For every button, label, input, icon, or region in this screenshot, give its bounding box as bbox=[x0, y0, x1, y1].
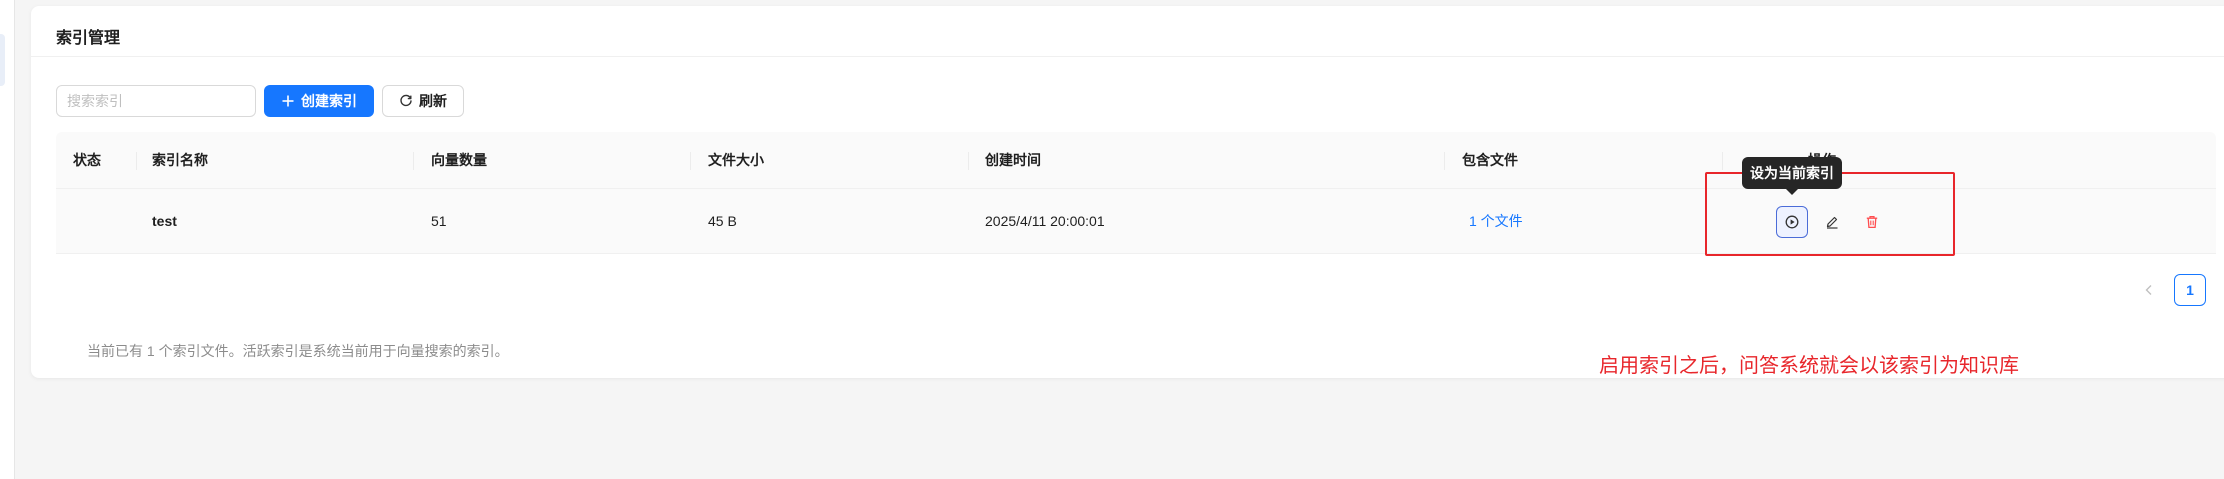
pagination-page-1[interactable]: 1 bbox=[2174, 274, 2206, 306]
divider bbox=[31, 56, 2224, 57]
tooltip-text: 设为当前索引 bbox=[1750, 165, 1834, 181]
refresh-label: 刷新 bbox=[419, 93, 447, 109]
column-separator bbox=[1444, 152, 1445, 170]
search-input[interactable] bbox=[57, 86, 255, 116]
create-index-label: 创建索引 bbox=[301, 93, 357, 109]
column-separator bbox=[968, 152, 969, 170]
column-separator bbox=[136, 152, 137, 170]
refresh-icon bbox=[400, 94, 412, 107]
row-name: test bbox=[152, 213, 177, 229]
column-separator bbox=[690, 152, 691, 170]
column-separator bbox=[1722, 152, 1723, 170]
refresh-button[interactable]: 刷新 bbox=[382, 85, 464, 117]
header-status: 状态 bbox=[73, 152, 101, 168]
header-name: 索引名称 bbox=[152, 152, 208, 168]
header-size: 文件大小 bbox=[708, 152, 764, 168]
header-files: 包含文件 bbox=[1462, 152, 1518, 168]
row-files-link[interactable]: 1 个文件 bbox=[1469, 189, 1523, 253]
summary-text: 当前已有 1 个索引文件。活跃索引是系统当前用于向量搜索的索引。 bbox=[87, 343, 509, 359]
sidebar-active-indicator bbox=[0, 34, 5, 86]
pagination-prev[interactable] bbox=[2133, 274, 2165, 306]
chevron-left-icon bbox=[2145, 285, 2152, 295]
row-created: 2025/4/11 20:00:01 bbox=[985, 213, 1105, 229]
activate-tooltip: 设为当前索引 bbox=[1742, 157, 1842, 195]
column-separator bbox=[413, 152, 414, 170]
annotation-text: 启用索引之后，问答系统就会以该索引为知识库 bbox=[1599, 355, 2019, 377]
header-vectors: 向量数量 bbox=[431, 152, 487, 168]
row-size: 45 B bbox=[708, 213, 737, 229]
row-vectors: 51 bbox=[431, 213, 447, 229]
header-created: 创建时间 bbox=[985, 152, 1041, 168]
plus-icon bbox=[282, 95, 294, 107]
search-box bbox=[56, 85, 256, 117]
create-index-button[interactable]: 创建索引 bbox=[264, 85, 374, 117]
page-title: 索引管理 bbox=[56, 30, 121, 47]
pagination-next[interactable] bbox=[2215, 274, 2224, 306]
sidebar-edge bbox=[0, 0, 15, 479]
